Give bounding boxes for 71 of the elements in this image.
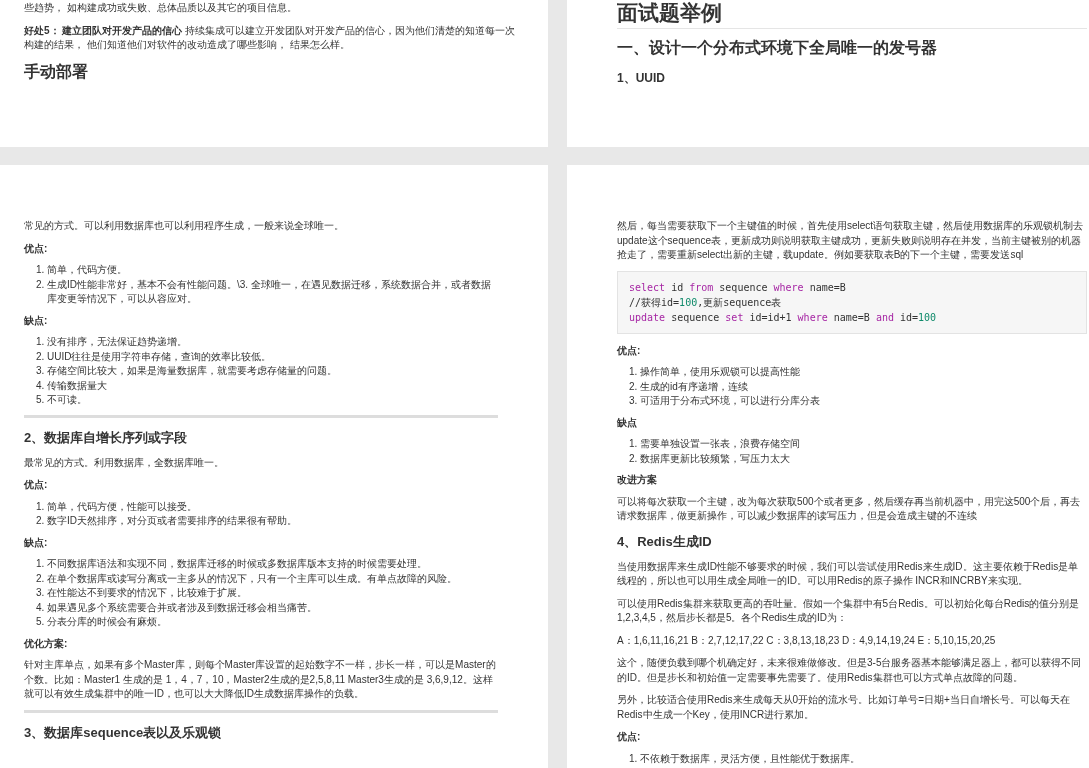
list-item: 生成ID性能非常好，基本不会有性能问题。\3. 全球唯一，在遇见数据迁移，系统数据合并，或者数据库变更等情况下，可以从容应对。 (47, 277, 492, 306)
list-item: 存储空间比较大，如果是海量数据库，就需要考虑存储量的问题。 (47, 364, 337, 378)
label: 缺点: (24, 313, 49, 328)
page-title: 面试题举例 (617, 0, 1087, 29)
list-item: 没有排序，无法保证趋势递增。 (47, 335, 187, 349)
list-item: 分表分库的时候会有麻烦。 (47, 615, 167, 629)
list-number: 1. (36, 263, 46, 277)
paragraph: 这个，随便负载到哪个机确定好，未来很难做修改。但是3-5台服务器基本能够满足器上，都可以获得不同的ID。但是步长和初始值一定需要事先需要了。使用Redis集群也可以方式单点故障的问题。 (617, 656, 1083, 685)
code-line: update sequence set id=id+1 where name=B and id=100 (629, 310, 938, 325)
label: 优点: (24, 241, 49, 256)
paragraph: 常见的方式。可以利用数据库也可以利用程序生成，一般来说全球唯一。 (24, 219, 345, 233)
list-item: 生成的id有序递增，连续 (640, 379, 748, 394)
list-item: 简单，代码方便，性能可以接受。 (47, 499, 197, 514)
list-item: 不同数据库语法和实现不同，数据库迁移的时候或多数据库版本支持的时候需要处理。 (47, 557, 427, 571)
list-number: 2. (629, 451, 639, 466)
list-number: 1. (629, 751, 639, 766)
list-number: 2. (36, 349, 46, 364)
label: 改进方案 (617, 473, 658, 487)
list-number: 3. (36, 586, 46, 600)
paragraph: 针对主库单点，如果有多个Master库，则每个Master库设置的起始数字不一样，步长一样，可以是Master的个数。比如：Master1 生成的是 1，4，7，10，Master2生成的是2,5,8,11 Master3生成的是 3,6,9,12。这样就可以有效生成集群中的唯一ID，也可以大大降低ID生成数据库操作的负载。 (24, 658, 497, 701)
list-item: 不可读。 (47, 393, 87, 407)
list-number: 3. (36, 364, 46, 378)
list-number: 1. (36, 335, 46, 349)
section-heading: 4、Redis生成ID (617, 532, 713, 551)
list-number: 5. (36, 615, 46, 629)
list-item: UUID往往是使用字符串存储，查询的效率比较低。 (47, 349, 272, 364)
list-item: 传输数据量大 (47, 378, 107, 393)
list-number: 2. (36, 277, 46, 292)
paragraph: 另外，比较适合使用Redis来生成每天从0开始的流水号。比如订单号=日期+当日自增长号。可以每天在Redis中生成一个Key，使用INCR进行累加。 (617, 693, 1071, 722)
label: 优化方案: (24, 636, 69, 651)
list-number: 2. (629, 379, 639, 394)
list-number: 4. (36, 600, 46, 615)
section-heading: 3、数据库sequence表以及乐观锁 (24, 723, 223, 742)
list-number: 2. (36, 571, 46, 586)
list-number: 1. (36, 557, 46, 571)
list-item: 如果遇见多个系统需要合并或者涉及到数据迁移会相当痛苦。 (47, 600, 317, 615)
list-number: 1. (629, 437, 639, 451)
paragraph: A：1,6,11,16,21 B：2,7,12,17,22 C：3,8,13,18,23 D：4,9,14,19,24 E：5,10,15,20,25 (617, 633, 997, 648)
list-item: 不依赖于数据库，灵活方便，且性能优于数据库。 (640, 751, 860, 766)
paragraph: 最常见的方式。利用数据库，全数据库唯一。 (24, 455, 225, 470)
list-number: 1. (629, 365, 639, 379)
paragraph: 些趋势， 如构建成功或失败、总体品质以及其它的项目信息。 (24, 1, 298, 15)
list-item: 数据库更新比较频繁，写压力太大 (640, 451, 790, 466)
list-item: 数字ID天然排序，对分页或者需要排序的结果很有帮助。 (47, 514, 297, 528)
list-item: 操作简单，使用乐观锁可以提高性能 (640, 365, 800, 379)
list-item: 在性能达不到要求的情况下，比较难于扩展。 (47, 586, 247, 600)
list-number: 5. (36, 393, 46, 407)
section-heading: 手动部署 (24, 61, 89, 82)
list-item: 在单个数据库或读写分离或一主多从的情况下，只有一个主库可以生成。有单点故障的风险。 (47, 571, 457, 586)
paragraph: 当使用数据库来生成ID性能不够要求的时候，我们可以尝试使用Redis来生成ID。这主要依赖于Redis是单线程的，所以也可以用生成全局唯一的ID。可以用Redis的原子操作 INCR和INCRBY来实现。 (617, 559, 1080, 588)
code-line: select id from sequence where name=B (629, 280, 847, 295)
list-item: 需要单独设置一张表，浪费存储空间 (640, 437, 800, 451)
paragraph: 然后，每当需要获取下一个主键值的时候，首先使用select语句获取主键，然后使用数据库的乐观锁机制去update这个sequence表，更新成功则说明获取主键成功，更新失败则说明存在并发，当前主键被别的机器抢走了，需要重新select出新的主键，载update。例如要获取表B的下一个主键，需要发送sql (617, 219, 1085, 262)
paragraph: 可以将每次获取一个主键，改为每次获取500个或者更多，然后缓存再当前机器中，用完这500个后，再去请求数据库，做更新操作，可以减少数据库的读写压力，但是会造成主键的不连续 (617, 494, 1082, 523)
list-number: 3. (629, 394, 639, 408)
label: 优点: (24, 478, 49, 492)
code-line: //获得id=100,更新sequence表 (629, 295, 783, 310)
paragraph: 好处5： 建立团队对开发产品的信心 持续集成可以建立开发团队对开发产品的信心，因为他们清楚的知道每一次构建的结果， 他们知道他们对软件的改动造成了哪些影响， 结果怎么样。 (24, 23, 517, 52)
label: 缺点: (24, 535, 49, 550)
list-number: 2. (36, 514, 46, 528)
list-item: 简单，代码方便。 (47, 263, 127, 277)
list-item: 可适用于分布式环境，可以进行分库分表 (640, 394, 820, 408)
section-heading: 一、设计一个分布式环境下全局唯一的发号器 (617, 38, 938, 58)
label: 优点: (617, 730, 642, 744)
label: 缺点 (617, 415, 638, 430)
label: 优点: (617, 343, 642, 358)
list-number: 4. (36, 378, 46, 393)
subsection-heading: 1、UUID (617, 70, 666, 87)
section-heading: 2、数据库自增长序列或字段 (24, 428, 189, 447)
paragraph: 可以使用Redis集群来获取更高的吞吐量。假如一个集群中有5台Redis。可以初始化每台Redis的值分别是1,2,3,4,5，然后步长都是5。各个Redis生成的ID为： (617, 596, 1081, 625)
list-number: 1. (36, 499, 46, 514)
